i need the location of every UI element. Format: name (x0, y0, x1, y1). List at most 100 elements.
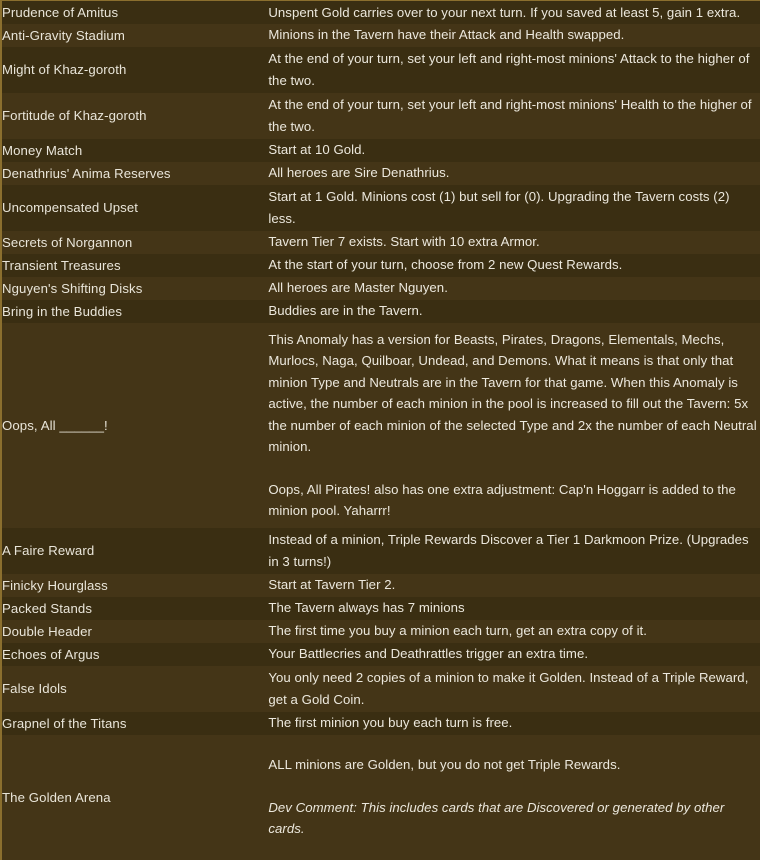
anomaly-name-cell: Money Match (1, 139, 268, 162)
anomaly-description: This Anomaly has a version for Beasts, P… (268, 329, 760, 522)
description-paragraph: All heroes are Sire Denathrius. (268, 165, 450, 181)
anomaly-name-cell: A Faire Reward (1, 528, 268, 574)
table-row: Packed Stands The Tavern always has 7 min… (1, 596, 760, 620)
anomaly-description-cell: The first minion you buy each turn is fr… (268, 712, 760, 735)
table-row: Might of Khaz-goroth At the end of your t… (1, 46, 760, 93)
description-paragraph: Your Battlecries and Deathrattles trigge… (268, 646, 589, 662)
anomaly-description: At the start of your turn, choose from 2… (268, 254, 760, 276)
anomaly-description-cell: ALL minions are Golden, but you do not g… (268, 735, 760, 860)
description-paragraph: At the start of your turn, choose from 2… (268, 257, 623, 273)
anomaly-description-cell: Buddies are in the Tavern. (268, 300, 760, 323)
table-row: Nguyen's Shifting Disks All heroes are Ma… (1, 276, 760, 300)
anomaly-description: The first minion you buy each turn is fr… (268, 712, 760, 734)
anomaly-name-cell: Nguyen's Shifting Disks (1, 277, 268, 300)
description-paragraph: The first time you buy a minion each tur… (268, 623, 647, 639)
table-row: Fortitude of Khaz-goroth At the end of yo… (1, 92, 760, 139)
description-paragraph: Dev Comment: This includes cards that ar… (268, 799, 725, 837)
anomaly-description-cell: Minions in the Tavern have their Attack … (268, 24, 760, 47)
anomaly-name: A Faire Reward (2, 543, 95, 558)
anomaly-name-cell: Denathrius' Anima Reserves (1, 162, 268, 185)
table-row: Prudence of Amitus Unspent Gold carries o… (1, 0, 760, 24)
anomaly-description: All heroes are Master Nguyen. (268, 277, 760, 299)
description-paragraph: At the end of your turn, set your left a… (268, 97, 752, 134)
description-paragraph: Buddies are in the Tavern. (268, 303, 423, 319)
table-row: Finicky Hourglass Start at Tavern Tier 2. (1, 573, 760, 597)
anomaly-description: The Tavern always has 7 minions (268, 597, 760, 619)
description-paragraph: All heroes are Master Nguyen. (268, 280, 448, 296)
anomaly-description: The first time you buy a minion each tur… (268, 620, 760, 642)
anomaly-description-cell: Start at 1 Gold. Minions cost (1) but se… (268, 185, 760, 231)
anomaly-description-cell: All heroes are Sire Denathrius. (268, 162, 760, 185)
anomaly-description-cell: At the end of your turn, set your left a… (268, 47, 760, 93)
anomaly-description-cell: This Anomaly has a version for Beasts, P… (268, 323, 760, 528)
anomaly-name: The Golden Arena (2, 789, 111, 805)
table-row: Grapnel of the Titans The first minion yo… (1, 711, 760, 735)
anomaly-name: Prudence of Amitus (2, 4, 119, 20)
anomaly-description: All heroes are Sire Denathrius. (268, 162, 760, 184)
description-paragraph: The Tavern always has 7 minions (268, 600, 465, 616)
anomaly-description-cell: Instead of a minion, Triple Rewards Disc… (268, 528, 760, 574)
table-row: The Golden Arena ALL minions are Golden, … (1, 734, 760, 860)
anomaly-description: You only need 2 copies of a minion to ma… (268, 667, 760, 710)
anomaly-name-cell: Echoes of Argus (1, 643, 268, 666)
description-paragraph: At the end of your turn, set your left a… (268, 51, 750, 88)
anomaly-description: ALL minions are Golden, but you do not g… (268, 754, 760, 840)
description-paragraph: Start at Tavern Tier 2. (268, 577, 396, 593)
anomaly-name: Uncompensated Upset (2, 200, 139, 215)
anomaly-description: Start at Tavern Tier 2. (268, 574, 760, 596)
description-paragraph: ALL minions are Golden, but you do not g… (268, 757, 621, 773)
table-row: A Faire Reward Instead of a minion, Tripl… (1, 527, 760, 574)
anomaly-name: Double Header (2, 623, 93, 639)
anomaly-description-cell: At the start of your turn, choose from 2… (268, 254, 760, 277)
anomaly-name: Denathrius' Anima Reserves (2, 165, 171, 181)
anomaly-table: Prudence of Amitus Unspent Gold carries o… (0, 0, 760, 860)
anomaly-description-cell: You only need 2 copies of a minion to ma… (268, 666, 760, 712)
anomaly-name-cell: Prudence of Amitus (1, 1, 268, 24)
anomaly-name-cell: Packed Stands (1, 597, 268, 620)
anomaly-name-cell: Grapnel of the Titans (1, 712, 268, 735)
anomaly-name-cell: Finicky Hourglass (1, 574, 268, 597)
anomaly-table-body: Prudence of Amitus Unspent Gold carries o… (1, 0, 760, 860)
anomaly-name: Bring in the Buddies (2, 303, 123, 319)
description-paragraph: Unspent Gold carries over to your next t… (268, 4, 741, 20)
anomaly-name-cell: Secrets of Norgannon (1, 231, 268, 254)
anomaly-description: Your Battlecries and Deathrattles trigge… (268, 643, 760, 665)
description-paragraph: This Anomaly has a version for Beasts, P… (268, 331, 757, 455)
table-row: Oops, All ______! This Anomaly has a vers… (1, 322, 760, 528)
anomaly-description-cell: The first time you buy a minion each tur… (268, 620, 760, 643)
table-row: Transient Treasures At the start of your … (1, 253, 760, 277)
table-row: Anti-Gravity Stadium Minions in the Taver… (1, 23, 760, 47)
anomaly-name-cell: Uncompensated Upset (1, 185, 268, 231)
anomaly-name: Anti-Gravity Stadium (2, 27, 125, 43)
anomaly-name-cell: Anti-Gravity Stadium (1, 24, 268, 47)
description-paragraph: Minions in the Tavern have their Attack … (268, 27, 625, 43)
table-row: False Idols You only need 2 copies of a m… (1, 665, 760, 712)
description-paragraph: The first minion you buy each turn is fr… (268, 715, 513, 731)
anomaly-name: Echoes of Argus (2, 646, 100, 662)
anomaly-description: Start at 10 Gold. (268, 139, 760, 161)
anomaly-name: Secrets of Norgannon (2, 234, 133, 250)
anomaly-description: Tavern Tier 7 exists. Start with 10 extr… (268, 231, 760, 253)
description-paragraph: Oops, All Pirates! also has one extra ad… (268, 481, 736, 519)
anomaly-description: Buddies are in the Tavern. (268, 300, 760, 322)
anomaly-name-cell: Might of Khaz-goroth (1, 47, 268, 93)
anomaly-description-cell: Unspent Gold carries over to your next t… (268, 1, 760, 24)
anomaly-name: Grapnel of the Titans (2, 715, 127, 731)
anomaly-description-cell: Start at 10 Gold. (268, 139, 760, 162)
anomaly-name: False Idols (2, 681, 67, 696)
anomaly-description-cell: Start at Tavern Tier 2. (268, 574, 760, 597)
anomaly-name: Packed Stands (2, 600, 93, 616)
anomaly-description-cell: Your Battlecries and Deathrattles trigge… (268, 643, 760, 666)
anomaly-description: At the end of your turn, set your left a… (268, 48, 760, 91)
anomaly-name-cell: Oops, All ______! (1, 323, 268, 528)
table-row: Bring in the Buddies Buddies are in the T… (1, 299, 760, 323)
anomaly-description: Unspent Gold carries over to your next t… (268, 2, 760, 24)
anomaly-name: Might of Khaz-goroth (2, 62, 127, 77)
description-paragraph: Start at 10 Gold. (268, 142, 366, 158)
anomaly-name: Oops, All ______! (2, 417, 108, 433)
description-paragraph: Instead of a minion, Triple Rewards Disc… (268, 532, 749, 569)
table-row: Secrets of Norgannon Tavern Tier 7 exists… (1, 230, 760, 254)
anomaly-name-cell: False Idols (1, 666, 268, 712)
anomaly-description: Start at 1 Gold. Minions cost (1) but se… (268, 186, 760, 229)
anomaly-description: Minions in the Tavern have their Attack … (268, 24, 760, 46)
